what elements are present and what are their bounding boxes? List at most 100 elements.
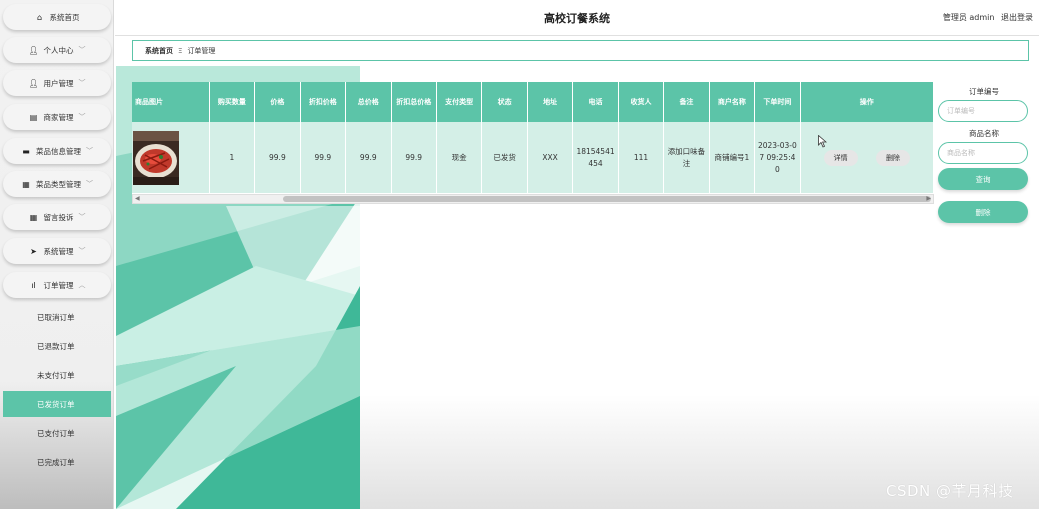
sidebar-item-system[interactable]: ➤ 系统管理 ﹀ xyxy=(3,238,111,264)
breadcrumb-home[interactable]: 系统首页 xyxy=(145,46,173,56)
chevron-down-icon: ﹀ xyxy=(78,46,86,54)
sidebar-item-home[interactable]: ⌂ 系统首页 xyxy=(3,4,111,30)
sidebar-subitem-shipped[interactable]: 已发货订单 xyxy=(3,391,111,417)
column-header: 商户名称 xyxy=(709,82,756,122)
breadcrumb: 系统首页 Ξ 订单管理 xyxy=(132,40,1029,61)
order-table: 商品图片 购买数量 价格 折扣价格 总价格 折扣总价格 支付类型 状态 地址 电… xyxy=(132,82,934,204)
order-no-input[interactable]: 订单编号 xyxy=(938,100,1028,122)
column-header: 折扣总价格 xyxy=(391,82,437,122)
user-icon: 👤︎ xyxy=(28,78,39,88)
cursor-icon xyxy=(818,135,827,148)
scroll-left-icon[interactable]: ◀ xyxy=(135,195,140,202)
price-cell: 99.9 xyxy=(254,122,301,193)
status-cell: 已发货 xyxy=(481,122,528,193)
chevron-down-icon: ﹀ xyxy=(78,79,86,87)
scrollbar-thumb[interactable] xyxy=(283,196,931,202)
search-panel: 订单编号 订单编号 商品名称 商品名称 查询 删除 xyxy=(938,86,1030,223)
sidebar-item-label: 留言投诉 xyxy=(43,212,74,222)
home-icon: ⌂ xyxy=(36,12,43,22)
sidebar-item-merchants[interactable]: ▤ 商家管理 ﹀ xyxy=(3,104,111,130)
column-header: 地址 xyxy=(527,82,574,122)
column-header: 电话 xyxy=(572,82,619,122)
column-header: 操作 xyxy=(800,82,934,122)
sidebar-item-label: 菜品类型管理 xyxy=(36,179,81,189)
column-header: 下单时间 xyxy=(754,82,801,122)
chevron-down-icon: ﹀ xyxy=(86,180,93,188)
column-header: 购买数量 xyxy=(209,82,256,122)
total-price-cell: 99.9 xyxy=(345,122,392,193)
column-header: 备注 xyxy=(663,82,710,122)
top-bar: 高校订餐系统 管理员 admin 退出登录 xyxy=(115,0,1039,36)
sidebar-item-users[interactable]: 👤︎ 用户管理 ﹀ xyxy=(3,70,111,96)
app-title: 高校订餐系统 xyxy=(544,12,610,25)
delete-row-button[interactable]: 删除 xyxy=(875,149,910,166)
sidebar-item-dish-info[interactable]: ▬ 菜品信息管理 ﹀ xyxy=(3,138,111,164)
sidebar-item-label: 系统管理 xyxy=(43,246,74,256)
chevron-down-icon: ﹀ xyxy=(78,213,86,221)
quantity-cell: 1 xyxy=(209,122,256,193)
query-button[interactable]: 查询 xyxy=(938,168,1028,190)
sidebar-item-label: 用户管理 xyxy=(43,78,74,88)
sidebar-subitem-completed[interactable]: 已完成订单 xyxy=(3,449,111,475)
chevron-down-icon: ﹀ xyxy=(78,247,86,255)
scroll-right-icon[interactable]: ▶ xyxy=(926,195,931,202)
discount-price-cell: 99.9 xyxy=(300,122,347,193)
address-cell: XXX xyxy=(527,122,574,193)
sidebar: ⌂ 系统首页 👤︎ 个人中心 ﹀ 👤︎ 用户管理 ﹀ ▤ 商家管理 ﹀ ▬ 菜品… xyxy=(0,0,114,509)
product-image-cell xyxy=(132,122,210,193)
product-name-label: 商品名称 xyxy=(969,129,999,138)
column-header: 价格 xyxy=(254,82,301,122)
column-header: 折扣价格 xyxy=(300,82,347,122)
sidebar-item-label: 个人中心 xyxy=(43,45,74,55)
delete-button[interactable]: 删除 xyxy=(938,201,1028,223)
column-header: 状态 xyxy=(481,82,528,122)
grid-icon: ▦ xyxy=(29,212,38,222)
sidebar-item-label: 菜品信息管理 xyxy=(36,146,81,156)
receiver-cell: 111 xyxy=(618,122,665,193)
chevron-up-icon: ︿ xyxy=(78,281,86,289)
monitor-icon: ▬ xyxy=(22,146,30,156)
order-time-cell: 2023-03-07 09:25:40 xyxy=(754,122,801,193)
sidebar-subitem-cancelled[interactable]: 已取消订单 xyxy=(3,304,111,330)
pay-type-cell: 现金 xyxy=(436,122,483,193)
sidebar-item-personal[interactable]: 👤︎ 个人中心 ﹀ xyxy=(3,37,111,63)
actions-cell: 详情 删除 xyxy=(800,122,934,193)
send-icon: ➤ xyxy=(30,246,37,256)
table-scrollbar[interactable]: ◀ ▶ xyxy=(132,194,934,204)
merchant-cell: 商铺编号1 xyxy=(709,122,756,193)
bar-chart-icon: ıl xyxy=(31,280,36,290)
sidebar-item-feedback[interactable]: ▦ 留言投诉 ﹀ xyxy=(3,204,111,230)
sidebar-subitem-unpaid[interactable]: 未支付订单 xyxy=(3,362,111,388)
remark-cell: 添加口味备注 xyxy=(663,122,710,193)
column-header: 总价格 xyxy=(345,82,392,122)
sidebar-item-dish-type[interactable]: ▦ 菜品类型管理 ﹀ xyxy=(3,171,111,197)
sidebar-subitem-paid[interactable]: 已支付订单 xyxy=(3,420,111,446)
doc-icon: ▤ xyxy=(29,112,38,122)
grid-icon: ▦ xyxy=(22,179,30,189)
discount-total-cell: 99.9 xyxy=(391,122,437,193)
breadcrumb-separator: Ξ xyxy=(178,46,183,55)
phone-cell: 18154541454 xyxy=(572,122,619,193)
watermark: CSDN @芊月科技 xyxy=(886,482,1014,500)
sidebar-item-label: 系统首页 xyxy=(49,12,80,22)
sidebar-item-label: 订单管理 xyxy=(43,280,74,290)
sidebar-subitem-refunded[interactable]: 已退款订单 xyxy=(3,333,111,359)
table-header-row: 商品图片 购买数量 价格 折扣价格 总价格 折扣总价格 支付类型 状态 地址 电… xyxy=(132,82,934,122)
sidebar-item-orders[interactable]: ıl 订单管理 ︿ xyxy=(3,272,111,298)
chevron-down-icon: ﹀ xyxy=(78,113,86,121)
breadcrumb-current: 订单管理 xyxy=(187,46,216,55)
logout-link[interactable]: 退出登录 xyxy=(1001,13,1033,22)
user-role: 管理员 admin xyxy=(942,13,995,22)
product-name-input[interactable]: 商品名称 xyxy=(938,142,1028,164)
column-header: 商品图片 xyxy=(132,82,210,122)
order-no-label: 订单编号 xyxy=(969,87,999,96)
sidebar-item-label: 商家管理 xyxy=(43,112,74,122)
column-header: 支付类型 xyxy=(436,82,483,122)
person-icon: 👤︎ xyxy=(28,45,39,55)
user-area: 管理员 admin 退出登录 xyxy=(939,12,1033,23)
food-image xyxy=(133,130,179,185)
detail-button[interactable]: 详情 xyxy=(823,149,858,166)
table-row: 1 99.9 99.9 99.9 99.9 现金 已发货 XXX 1815454… xyxy=(132,122,934,193)
chevron-down-icon: ﹀ xyxy=(86,147,93,155)
column-header: 收货人 xyxy=(618,82,665,122)
